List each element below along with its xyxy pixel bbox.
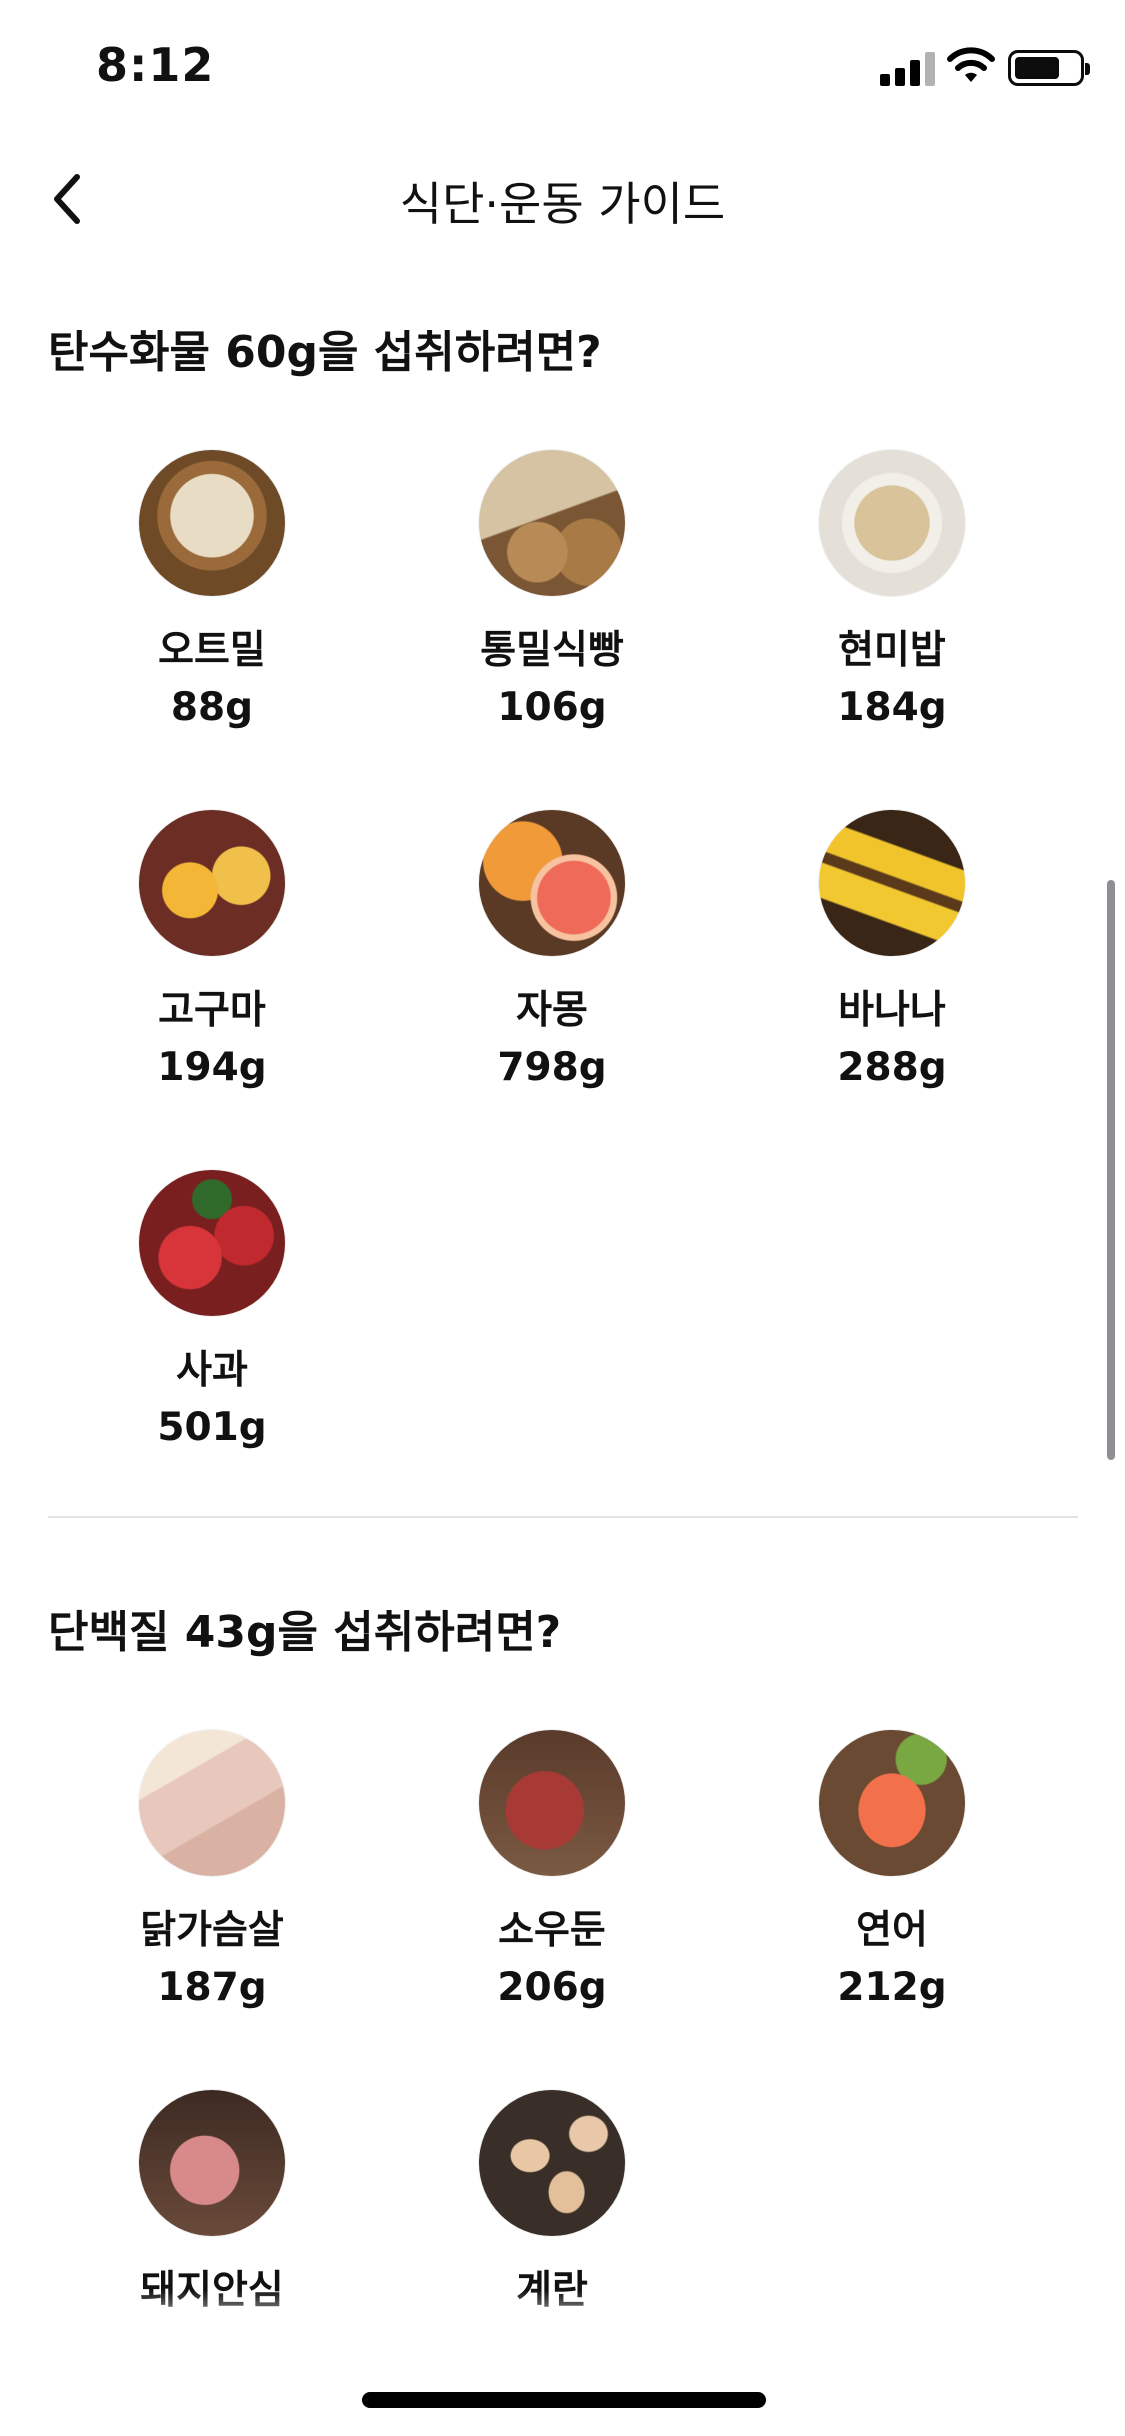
cellular-signal-icon: [880, 50, 936, 86]
beef-round-image: [479, 1730, 625, 1876]
food-name: 현미밥: [838, 628, 946, 673]
food-amount: 88g: [170, 684, 254, 730]
whole-wheat-bread-image: [479, 450, 625, 596]
food-item-chicken-breast[interactable]: 닭가슴살 187g: [62, 1730, 362, 2010]
food-amount: 212g: [837, 1964, 947, 2010]
section-divider: [48, 1516, 1078, 1518]
food-name: 사과: [176, 1348, 248, 1393]
food-name: 통밀식빵: [480, 628, 624, 673]
food-item-brown-rice[interactable]: 현미밥 184g: [742, 450, 1042, 730]
food-item-oatmeal[interactable]: 오트밀 88g: [62, 450, 362, 730]
section-title-carbohydrate: 탄수화물 60g을 섭취하려면?: [48, 327, 602, 378]
status-bar: 8:12: [0, 0, 1125, 140]
apple-image: [139, 1170, 285, 1316]
salmon-image: [819, 1730, 965, 1876]
grapefruit-image: [479, 810, 625, 956]
food-name: 닭가슴살: [140, 1908, 284, 1953]
food-amount: 194g: [157, 1044, 267, 1090]
brown-rice-image: [819, 450, 965, 596]
food-name: 오트밀: [158, 628, 266, 673]
food-amount: 206g: [497, 1964, 607, 2010]
egg-image: [479, 2090, 625, 2236]
food-item-whole-wheat-bread[interactable]: 통밀식빵 106g: [402, 450, 702, 730]
food-amount: 106g: [497, 684, 607, 730]
food-item-salmon[interactable]: 연어 212g: [742, 1730, 1042, 2010]
battery-icon: [1008, 50, 1090, 86]
food-amount: 184g: [837, 684, 947, 730]
food-name: 연어: [856, 1908, 928, 1953]
oatmeal-image: [139, 450, 285, 596]
food-item-sweet-potato[interactable]: 고구마 194g: [62, 810, 362, 1090]
food-amount: 187g: [157, 1964, 267, 2010]
guide-content[interactable]: 탄수화물 60g을 섭취하려면? 오트밀 88g 통밀식빵 106g 현미밥 1…: [0, 280, 1125, 2340]
wifi-icon: [947, 47, 995, 82]
sweet-potato-image: [139, 810, 285, 956]
food-name: 바나나: [838, 988, 946, 1033]
food-item-banana[interactable]: 바나나 288g: [742, 810, 1042, 1090]
section-title-protein: 단백질 43g을 섭취하려면?: [48, 1607, 562, 1658]
home-indicator[interactable]: [362, 2392, 766, 2408]
bottom-fade: [0, 2290, 1125, 2360]
food-amount: 501g: [157, 1404, 267, 1450]
food-item-beef-round[interactable]: 소우둔 206g: [402, 1730, 702, 2010]
scrollbar[interactable]: [1107, 880, 1115, 1460]
food-item-apple[interactable]: 사과 501g: [62, 1170, 362, 1450]
pork-tenderloin-image: [139, 2090, 285, 2236]
food-name: 자몽: [516, 988, 588, 1033]
food-amount: 288g: [837, 1044, 947, 1090]
banana-image: [819, 810, 965, 956]
page-title: 식단·운동 가이드: [399, 177, 726, 231]
navigation-bar: 식단·운동 가이드: [0, 150, 1125, 250]
food-name: 소우둔: [498, 1908, 606, 1953]
status-time: 8:12: [96, 38, 215, 92]
food-amount: 798g: [497, 1044, 607, 1090]
food-name: 고구마: [158, 988, 266, 1033]
chicken-breast-image: [139, 1730, 285, 1876]
food-item-grapefruit[interactable]: 자몽 798g: [402, 810, 702, 1090]
